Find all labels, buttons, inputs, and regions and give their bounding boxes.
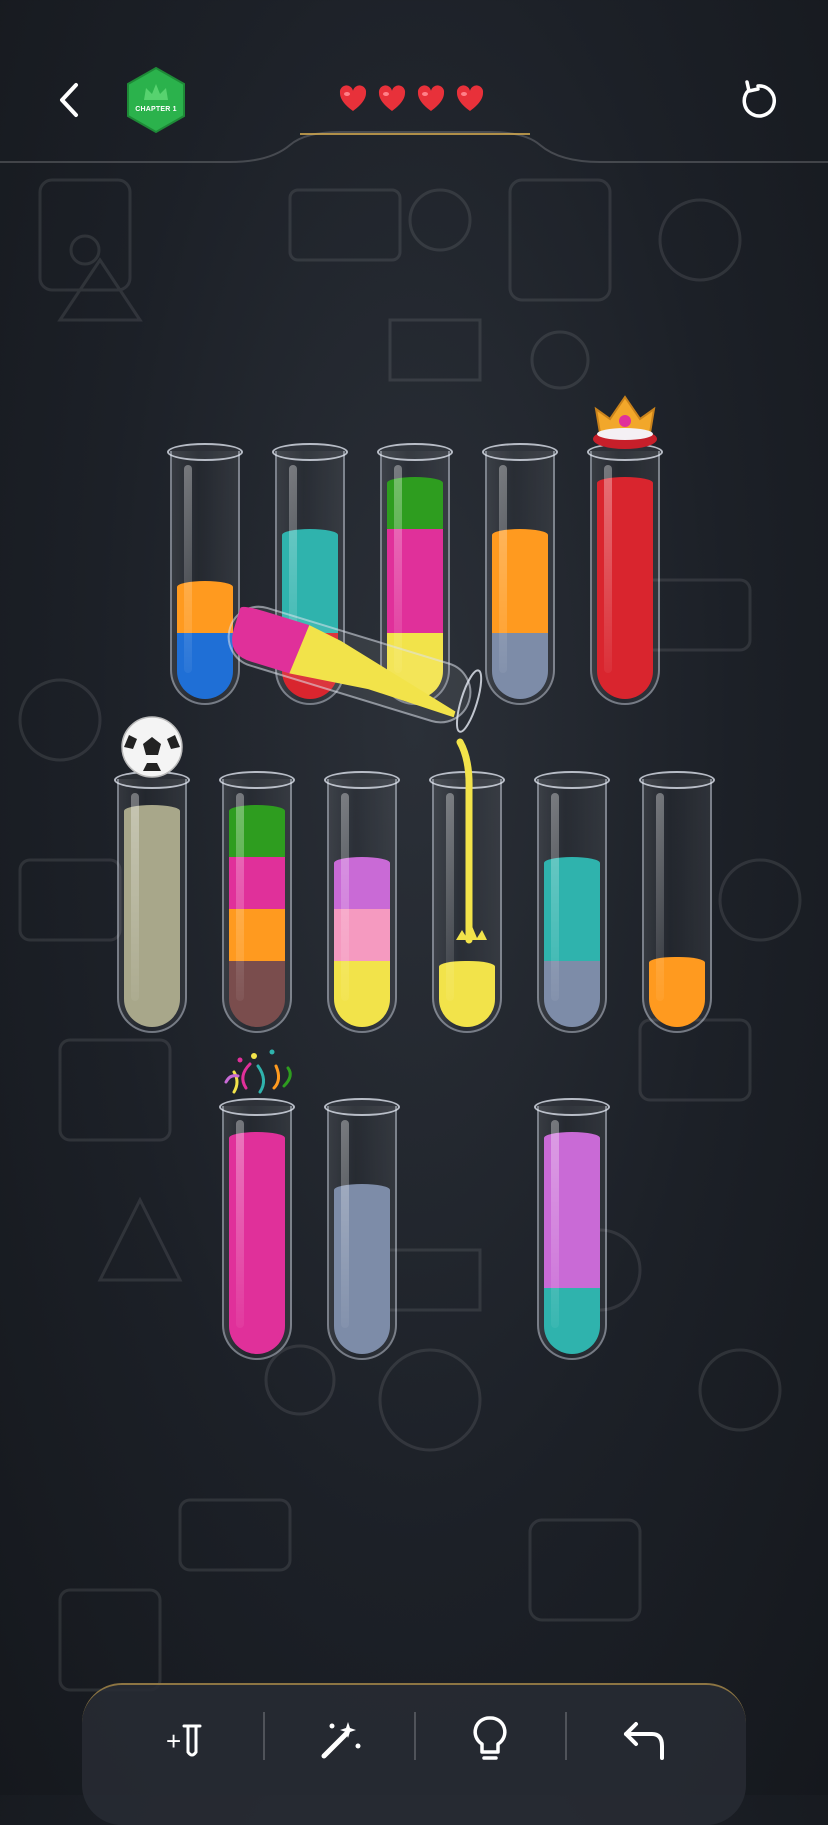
back-arrow-icon — [60, 83, 78, 117]
tube-rim — [272, 443, 348, 461]
add-tube-plus: + — [166, 1726, 181, 1756]
tube-glass — [485, 451, 555, 705]
glass-shine — [289, 465, 297, 673]
tube-rim — [324, 771, 400, 789]
tube-glass — [380, 451, 450, 705]
tube-7[interactable] — [219, 771, 295, 1033]
hint-button[interactable] — [460, 1712, 520, 1768]
tube-1[interactable] — [167, 443, 243, 705]
glass-shine — [341, 793, 349, 1001]
tube-3[interactable] — [377, 443, 453, 705]
tube-glass — [432, 779, 502, 1033]
glass-shine — [446, 793, 454, 1001]
tube-2[interactable] — [272, 443, 348, 705]
glass-shine — [604, 465, 612, 673]
heart-icon — [417, 85, 445, 111]
toolbar-divider — [565, 1712, 567, 1760]
tube-12[interactable] — [219, 1049, 295, 1360]
restart-button[interactable] — [735, 78, 781, 124]
magic-wand-icon — [321, 1722, 361, 1759]
glass-shine — [394, 465, 402, 673]
confetti-icon — [214, 1042, 300, 1108]
glass-shine — [551, 793, 559, 1001]
add-tube-button[interactable]: + — [156, 1712, 216, 1768]
toolbar-divider — [414, 1712, 416, 1760]
toolbar-divider — [263, 1712, 265, 1760]
glass-shine — [236, 1120, 244, 1328]
glass-shine — [184, 465, 192, 673]
add-tube-icon: + — [166, 1724, 202, 1757]
tube-glass — [590, 451, 660, 705]
restart-icon — [742, 80, 776, 118]
heart-icon — [378, 85, 406, 111]
tube-glass — [170, 451, 240, 705]
chapter-label: CHAPTER 1 — [135, 106, 177, 113]
lives-indicator — [338, 84, 485, 120]
tube-rim — [377, 443, 453, 461]
chapter-badge[interactable]: CHAPTER 1 — [124, 66, 188, 134]
tube-glass — [537, 1106, 607, 1360]
soccer-ball-icon — [109, 715, 195, 781]
lightbulb-icon — [473, 1716, 507, 1760]
tube-14[interactable] — [534, 1098, 610, 1360]
tube-5[interactable] — [587, 395, 663, 705]
undo-button[interactable] — [612, 1712, 672, 1768]
back-button[interactable] — [48, 75, 92, 125]
tube-rim — [534, 1098, 610, 1116]
tube-rim — [482, 443, 558, 461]
tube-glass — [222, 1106, 292, 1360]
tube-glass — [117, 779, 187, 1033]
tube-rim — [639, 771, 715, 789]
tube-rim — [167, 443, 243, 461]
tube-6[interactable] — [114, 716, 190, 1033]
tube-rim — [534, 771, 610, 789]
crown-icon — [582, 387, 668, 453]
tube-glass — [275, 451, 345, 705]
tube-10[interactable] — [534, 771, 610, 1033]
tube-rim — [429, 771, 505, 789]
tube-4[interactable] — [482, 443, 558, 705]
tube-glass — [222, 779, 292, 1033]
crown-hexagon-icon — [127, 66, 185, 134]
glass-shine — [341, 1120, 349, 1328]
glass-shine — [656, 793, 664, 1001]
tube-rim — [324, 1098, 400, 1116]
tube-glass — [642, 779, 712, 1033]
tube-glass — [327, 1106, 397, 1360]
magic-wand-button[interactable] — [310, 1712, 370, 1768]
tube-glass — [327, 779, 397, 1033]
heart-icon — [339, 85, 367, 111]
tube-9[interactable] — [429, 771, 505, 1033]
glass-shine — [236, 793, 244, 1001]
tube-glass — [537, 779, 607, 1033]
tube-8[interactable] — [324, 771, 400, 1033]
glass-shine — [499, 465, 507, 673]
tube-11[interactable] — [639, 771, 715, 1033]
glass-shine — [131, 793, 139, 1001]
tube-13[interactable] — [324, 1098, 400, 1360]
top-bar: CHAPTER 1 — [0, 0, 828, 170]
undo-icon — [624, 1722, 664, 1760]
glass-shine — [551, 1120, 559, 1328]
heart-icon — [456, 85, 484, 111]
tube-rim — [219, 771, 295, 789]
